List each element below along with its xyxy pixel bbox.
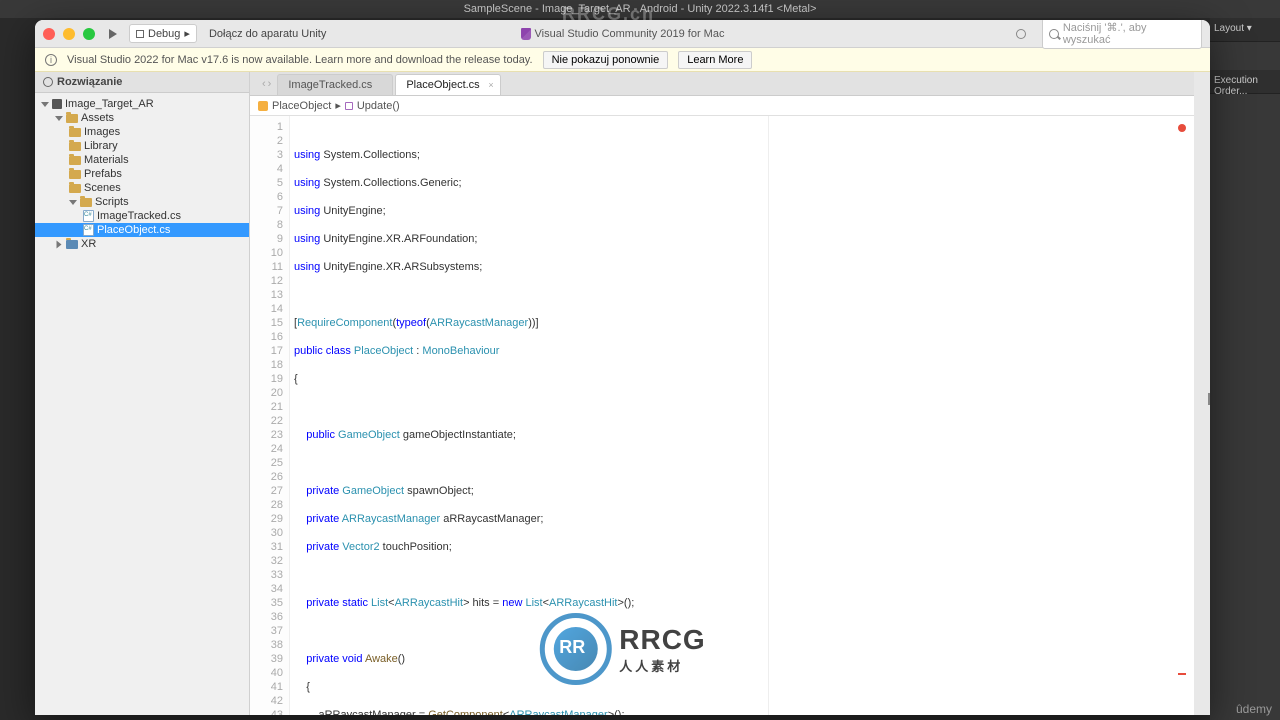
vs-shield-icon — [521, 28, 531, 40]
code-viewport[interactable]: 1234567891011121314151617181920212223242… — [250, 116, 1194, 715]
notification-icon[interactable] — [1016, 29, 1026, 39]
breadcrumb[interactable]: PlaceObject▸ Update() — [250, 96, 1194, 116]
tree-file-selected[interactable]: PlaceObject.cs — [35, 223, 249, 237]
search-icon — [1049, 29, 1059, 39]
vs-title: Visual Studio Community 2019 for Mac — [521, 28, 725, 40]
method-icon — [345, 102, 353, 110]
code-content[interactable]: using System.Collections; using System.C… — [290, 116, 1194, 715]
tree-folder[interactable]: Images — [35, 125, 249, 139]
tab-placeobject[interactable]: PlaceObject.cs× — [395, 74, 500, 95]
code-editor: ‹› ImageTracked.cs PlaceObject.cs× Place… — [250, 72, 1194, 715]
dismiss-button[interactable]: Nie pokazuj ponownie — [543, 51, 669, 69]
line-numbers: 1234567891011121314151617181920212223242… — [250, 116, 290, 715]
right-tool-rail: Przybornik Właściwości Konspekt dokument… — [1194, 72, 1210, 715]
tree-xr[interactable]: XR — [35, 237, 249, 251]
tree-folder[interactable]: Materials — [35, 153, 249, 167]
learn-more-button[interactable]: Learn More — [678, 51, 752, 69]
class-icon — [258, 101, 268, 111]
udemy-watermark: ûdemy — [1236, 702, 1272, 716]
logo-badge-icon — [539, 613, 611, 685]
toolbox-icon[interactable] — [1208, 393, 1210, 405]
update-notice: i Visual Studio 2022 for Mac v17.6 is no… — [35, 48, 1210, 72]
target-dropdown[interactable]: Dołącz do aparatu Unity — [203, 26, 332, 42]
tree-scripts[interactable]: Scripts — [35, 195, 249, 209]
nav-fwd-icon[interactable]: › — [268, 78, 272, 90]
notice-text: Visual Studio 2022 for Mac v17.6 is now … — [67, 54, 533, 66]
watermark: RRCG.cn — [562, 4, 655, 25]
tree-file[interactable]: ImageTracked.cs — [35, 209, 249, 223]
tree-folder[interactable]: Library — [35, 139, 249, 153]
traffic-lights[interactable] — [43, 28, 95, 40]
play-icon[interactable] — [109, 29, 117, 39]
nav-back-icon[interactable]: ‹ — [262, 78, 266, 90]
config-dropdown[interactable]: Debug▸ — [129, 24, 197, 43]
info-icon: i — [45, 54, 57, 66]
tab-strip: ‹› ImageTracked.cs PlaceObject.cs× — [250, 72, 1194, 96]
tree-folder[interactable]: Scenes — [35, 181, 249, 195]
tree-assets[interactable]: Assets — [35, 111, 249, 125]
tab-imagetracked[interactable]: ImageTracked.cs — [277, 74, 393, 95]
tree-folder[interactable]: Prefabs — [35, 167, 249, 181]
solution-tree: Image_Target_AR Assets Images Library Ma… — [35, 93, 249, 255]
layout-dropdown[interactable]: Layout ▾ — [1210, 18, 1280, 42]
solution-header: Rozwiązanie — [35, 72, 249, 93]
unity-inspector-strip: Layout ▾ Execution Order... — [1210, 18, 1280, 720]
vs-window: Debug▸ Dołącz do aparatu Unity Visual St… — [35, 20, 1210, 715]
tree-root[interactable]: Image_Target_AR — [35, 97, 249, 111]
close-icon[interactable]: × — [488, 80, 493, 90]
solution-explorer: Rozwiązanie Image_Target_AR Assets Image… — [35, 72, 250, 715]
gear-icon[interactable] — [43, 77, 53, 87]
search-input[interactable]: Naciśnij '⌘.', aby wyszukać — [1042, 20, 1202, 49]
rrcg-logo: RRCG 人人素材 — [539, 613, 705, 685]
execution-order[interactable]: Execution Order... — [1210, 70, 1280, 94]
